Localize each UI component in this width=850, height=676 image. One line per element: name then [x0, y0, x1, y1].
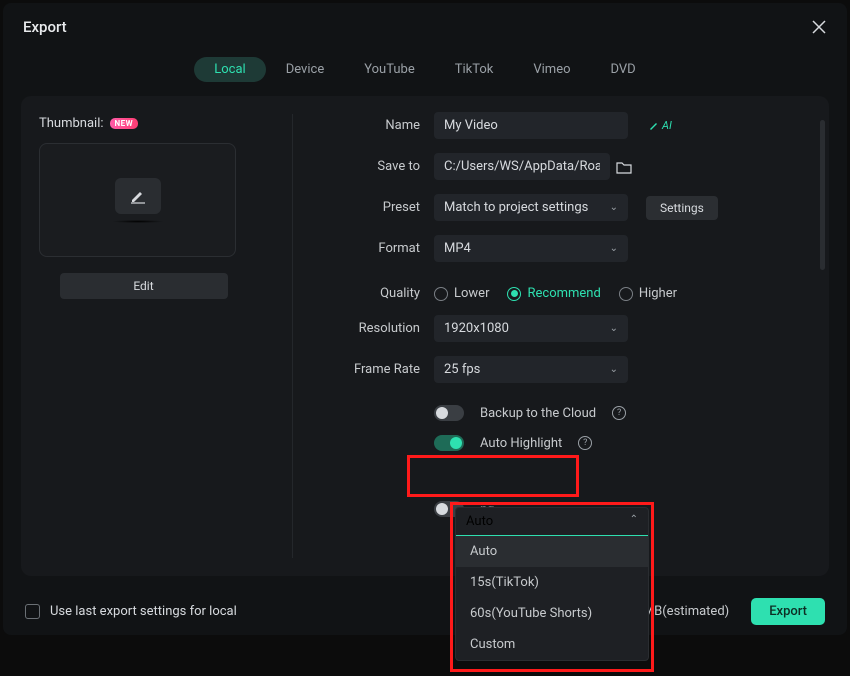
resolution-select[interactable]: 1920x1080⌄: [434, 315, 628, 342]
chevron-down-icon: ⌄: [610, 364, 618, 375]
preset-select[interactable]: Match to project settings⌄: [434, 194, 628, 221]
new-badge: NEW: [110, 118, 139, 129]
name-label: Name: [300, 118, 420, 133]
preset-label: Preset: [300, 200, 420, 215]
tab-device[interactable]: Device: [266, 57, 345, 82]
export-dialog: Export Local Device YouTube TikTok Vimeo…: [3, 3, 847, 635]
tab-youtube[interactable]: YouTube: [344, 57, 435, 82]
saveto-input[interactable]: [434, 153, 610, 180]
dialog-body: Thumbnail: NEW Edit Name AI: [21, 96, 829, 576]
thumbnail-preview[interactable]: [39, 143, 236, 257]
quality-recommend-radio[interactable]: Recommend: [507, 286, 600, 301]
format-select[interactable]: MP4⌄: [434, 235, 628, 262]
dialog-title: Export: [23, 18, 67, 36]
thumbnail-label: Thumbnail:: [39, 116, 104, 131]
edit-thumbnail-icon: [115, 178, 161, 214]
auto-highlight-toggle[interactable]: [434, 435, 464, 451]
quality-lower-radio[interactable]: Lower: [434, 286, 489, 301]
dropdown-selected[interactable]: Auto⌃: [456, 508, 648, 536]
scrollbar[interactable]: [820, 120, 825, 270]
quality-higher-radio[interactable]: Higher: [619, 286, 677, 301]
settings-panel: Name AI Save to Preset Match to project …: [266, 96, 829, 576]
help-icon[interactable]: ?: [578, 436, 592, 450]
folder-icon[interactable]: [616, 160, 634, 174]
tab-local[interactable]: Local: [194, 57, 265, 82]
backup-toggle[interactable]: [434, 405, 464, 421]
quality-label: Quality: [300, 286, 420, 301]
export-button[interactable]: Export: [751, 598, 825, 625]
ai-rename-icon[interactable]: AI: [648, 119, 672, 132]
chevron-down-icon: ⌄: [610, 323, 618, 334]
dropdown-item-60s[interactable]: 60s(YouTube Shorts): [456, 598, 648, 629]
chevron-down-icon: ⌄: [610, 243, 618, 254]
tab-vimeo[interactable]: Vimeo: [513, 57, 590, 82]
tabs: Local Device YouTube TikTok Vimeo DVD: [3, 57, 847, 82]
tab-tiktok[interactable]: TikTok: [435, 57, 514, 82]
backup-label: Backup to the Cloud: [480, 406, 596, 421]
framerate-label: Frame Rate: [300, 362, 420, 377]
dropdown-item-custom[interactable]: Custom: [456, 629, 648, 660]
auto-highlight-label: Auto Highlight: [480, 436, 562, 451]
tab-dvd[interactable]: DVD: [591, 57, 656, 82]
chevron-down-icon: ⌄: [610, 202, 618, 213]
footer: Use last export settings for local 0 MB(…: [3, 588, 847, 635]
title-bar: Export: [3, 3, 847, 45]
help-icon[interactable]: ?: [612, 406, 626, 420]
dropdown-item-15s[interactable]: 15s(TikTok): [456, 567, 648, 598]
dropdown-item-auto[interactable]: Auto: [456, 536, 648, 567]
use-last-settings-label: Use last export settings for local: [50, 604, 237, 619]
edit-button[interactable]: Edit: [60, 273, 228, 299]
name-input[interactable]: [434, 112, 628, 139]
settings-button[interactable]: Settings: [646, 196, 718, 220]
quality-group: Lower Recommend Higher: [434, 286, 677, 301]
saveto-label: Save to: [300, 159, 420, 174]
highlight-duration-dropdown: Auto⌃ Auto 15s(TikTok) 60s(YouTube Short…: [455, 507, 649, 661]
chevron-up-icon: ⌃: [630, 514, 638, 529]
thumbnail-panel: Thumbnail: NEW Edit: [21, 96, 266, 576]
close-icon[interactable]: [809, 17, 829, 37]
use-last-settings-checkbox[interactable]: [25, 604, 40, 619]
format-label: Format: [300, 241, 420, 256]
framerate-select[interactable]: 25 fps⌄: [434, 356, 628, 383]
resolution-label: Resolution: [300, 321, 420, 336]
